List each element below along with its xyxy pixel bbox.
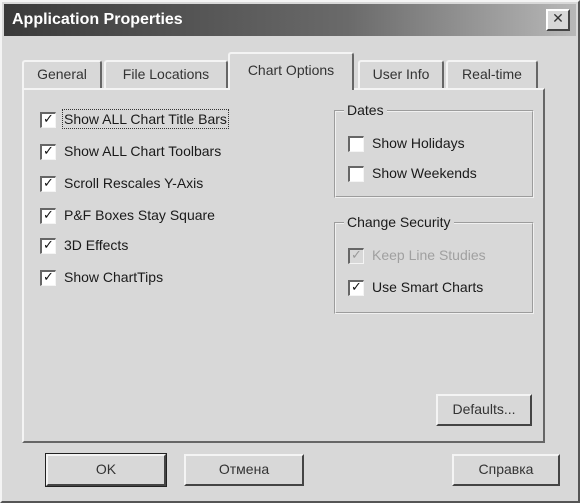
checkbox-label: Show Holidays xyxy=(372,135,465,151)
chart-options-panel: ✓ Show ALL Chart Title Bars ✓ Show ALL C… xyxy=(22,88,545,443)
dates-group-title: Dates xyxy=(344,102,387,118)
checkmark-icon: ✓ xyxy=(43,112,54,127)
checkbox-box[interactable]: ✓ xyxy=(40,208,56,224)
checkbox-label: Show Weekends xyxy=(372,165,477,181)
checkmark-icon: ✓ xyxy=(43,144,54,159)
tab-chart-options[interactable]: Chart Options xyxy=(228,52,354,90)
checkmark-icon: ✓ xyxy=(43,238,54,253)
tab-general[interactable]: General xyxy=(22,60,102,88)
checkbox-box[interactable]: ✓ xyxy=(40,176,56,192)
tab-file-locations-label: File Locations xyxy=(122,66,210,82)
dates-group: Dates Show Holidays Show Weekends xyxy=(334,102,534,198)
checkbox-label: Show ALL Chart Title Bars xyxy=(62,109,229,129)
tab-file-locations[interactable]: File Locations xyxy=(104,60,228,88)
help-button[interactable]: Справка xyxy=(452,454,560,486)
checkbox-label: Use Smart Charts xyxy=(372,279,484,295)
window-title: Application Properties xyxy=(12,11,183,28)
cancel-button-label: Отмена xyxy=(218,461,270,477)
help-button-label: Справка xyxy=(478,461,534,477)
defaults-button-label: Defaults... xyxy=(452,401,516,417)
title-bar: Application Properties ✕ xyxy=(4,4,576,36)
tab-user-info[interactable]: User Info xyxy=(358,60,444,88)
defaults-button[interactable]: Defaults... xyxy=(436,394,532,426)
checkmark-icon: ✓ xyxy=(43,270,54,285)
checkbox-box[interactable] xyxy=(348,166,364,182)
tab-real-time-label: Real-time xyxy=(462,66,522,82)
checkbox-box[interactable] xyxy=(348,136,364,152)
checkbox-box[interactable]: ✓ xyxy=(40,144,56,160)
checkbox-label: 3D Effects xyxy=(64,237,129,253)
checkbox-label: P&F Boxes Stay Square xyxy=(64,207,215,223)
tab-general-label: General xyxy=(37,66,87,82)
checkmark-icon: ✓ xyxy=(43,176,54,191)
change-security-group-title: Change Security xyxy=(344,214,454,230)
tab-real-time[interactable]: Real-time xyxy=(446,60,538,88)
change-security-group: Change Security ✓ Keep Line Studies ✓ Us… xyxy=(334,214,534,314)
checkbox-box[interactable]: ✓ xyxy=(40,238,56,254)
checkbox-box[interactable]: ✓ xyxy=(40,112,56,128)
cancel-button[interactable]: Отмена xyxy=(184,454,304,486)
tab-chart-options-label: Chart Options xyxy=(247,62,335,78)
checkbox-box: ✓ xyxy=(348,248,364,264)
checkbox-label: Keep Line Studies xyxy=(372,247,486,263)
checkbox-label: Scroll Rescales Y-Axis xyxy=(64,175,204,191)
checkmark-icon: ✓ xyxy=(351,248,362,263)
application-properties-dialog: Application Properties ✕ General File Lo… xyxy=(0,0,580,503)
close-icon: ✕ xyxy=(552,11,564,27)
ok-button-label: OK xyxy=(95,461,117,477)
checkmark-icon: ✓ xyxy=(43,208,54,223)
close-button[interactable]: ✕ xyxy=(546,9,570,31)
checkbox-box[interactable]: ✓ xyxy=(40,270,56,286)
checkbox-label: Show ALL Chart Toolbars xyxy=(64,143,222,159)
ok-button[interactable]: OK xyxy=(45,453,167,487)
tab-user-info-label: User Info xyxy=(372,66,430,82)
checkmark-icon: ✓ xyxy=(351,280,362,295)
checkbox-label: Show ChartTips xyxy=(64,269,164,285)
checkbox-box[interactable]: ✓ xyxy=(348,280,364,296)
